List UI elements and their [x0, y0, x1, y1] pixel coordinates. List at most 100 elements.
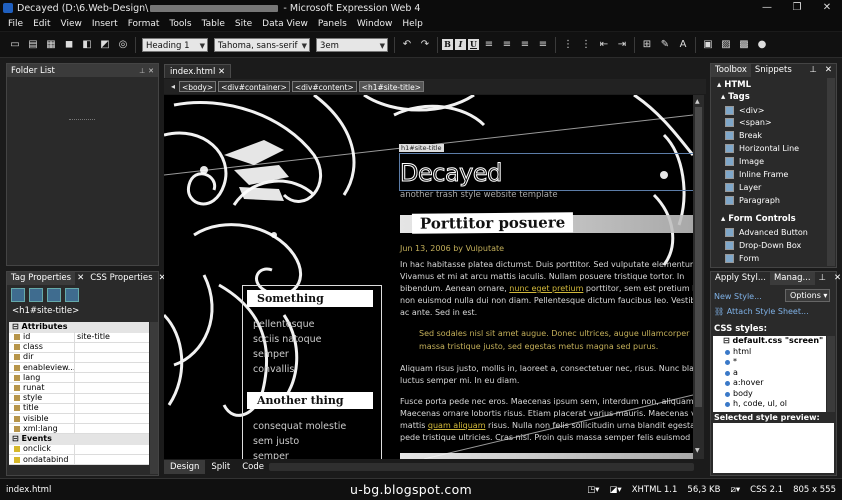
tab-snippets[interactable]: Snippets: [751, 64, 796, 77]
justify-icon[interactable]: ≡: [536, 38, 550, 52]
toolbox-item-hr[interactable]: Horizontal Line: [725, 142, 799, 154]
toolbox-item-div[interactable]: <div>: [725, 104, 764, 116]
menu-tools[interactable]: Tools: [164, 19, 196, 29]
property-row[interactable]: dir: [9, 352, 149, 364]
sphere-icon[interactable]: ●: [755, 38, 769, 52]
underline-button[interactable]: U: [468, 39, 479, 50]
property-row[interactable]: lang: [9, 372, 149, 384]
scroll-down-icon[interactable]: ▼: [695, 447, 700, 454]
new-document-icon[interactable]: ▭: [8, 38, 22, 52]
css-version-label[interactable]: CSS 2.1: [750, 485, 783, 495]
tab-index-html[interactable]: index.html ✕: [164, 64, 232, 78]
toolbox-item-paragraph[interactable]: Paragraph: [725, 194, 780, 206]
toolbox-group-tags[interactable]: ▴ Tags: [721, 92, 750, 102]
style-select[interactable]: Heading 1 ▼: [142, 37, 208, 52]
decrease-indent-icon[interactable]: ⇤: [597, 38, 611, 52]
layout-icon[interactable]: ▣: [701, 38, 715, 52]
menu-view[interactable]: View: [56, 19, 87, 29]
tab-close-icon[interactable]: ✕: [75, 272, 86, 285]
attach-style-sheet-link[interactable]: ⛓ Attach Style Sheet...: [714, 307, 809, 316]
toolbox-item-form[interactable]: Form: [725, 252, 759, 264]
blockquote-line[interactable]: Sed sodales nisl sit amet augue. Donec u…: [419, 328, 693, 340]
sidebar-link[interactable]: semper: [253, 451, 289, 459]
align-left-icon[interactable]: ≡: [482, 38, 496, 52]
menu-data-view[interactable]: Data View: [257, 19, 313, 29]
menu-panels[interactable]: Panels: [313, 19, 352, 29]
font-size-select[interactable]: 3em ▼: [316, 37, 388, 52]
toolbox-item-image[interactable]: Image: [725, 155, 764, 167]
site-title[interactable]: Decayed: [400, 159, 503, 188]
property-row[interactable]: visible: [9, 413, 149, 425]
undo-icon[interactable]: ↶: [400, 38, 414, 52]
splitter-handle[interactable]: [69, 119, 95, 120]
sidebar-link[interactable]: consequat molestie: [253, 421, 346, 432]
compatibility-icon[interactable]: ⧄▾: [730, 485, 740, 495]
paragraph-line[interactable]: Aliquam risus justo, mollis in, laoreet …: [400, 363, 693, 375]
bulleted-list-icon[interactable]: ⋮: [579, 38, 593, 52]
paragraph-line[interactable]: mattis quam aliquam risus. Nulla non fel…: [400, 420, 693, 432]
options-button[interactable]: Options ▾: [785, 289, 830, 302]
new-style-link[interactable]: New Style...: [714, 292, 762, 301]
sidebar-link[interactable]: sem justo: [253, 436, 299, 447]
style-application-icon[interactable]: ◪▾: [609, 485, 621, 495]
toolbox-item-layer[interactable]: Layer: [725, 181, 761, 193]
restore-button[interactable]: ❐: [782, 0, 812, 16]
open-folder-icon[interactable]: ▤: [26, 38, 40, 52]
inline-link[interactable]: quam aliquam: [428, 421, 486, 430]
tab-css-properties[interactable]: CSS Properties: [86, 272, 156, 285]
css-rule[interactable]: a: [713, 368, 826, 379]
font-color-icon[interactable]: A: [676, 38, 690, 52]
font-family-select[interactable]: Tahoma, sans-serif ▼: [214, 37, 310, 52]
paragraph-line[interactable]: ac ante. Sed in est.: [400, 307, 693, 319]
inline-link[interactable]: nunc eget pretium: [509, 284, 583, 293]
css-rule[interactable]: h, code, ul, ol: [713, 399, 826, 407]
numbered-list-icon[interactable]: ⋮: [561, 38, 575, 52]
insert-image-icon[interactable]: ▨: [719, 38, 733, 52]
tab-toolbox[interactable]: Toolbox: [711, 64, 751, 77]
design-view-canvas[interactable]: Something pellentesque sociis natoque se…: [164, 95, 693, 459]
group-events[interactable]: ⊟ Events: [9, 434, 149, 445]
pin-icon[interactable]: ⊥: [139, 67, 145, 75]
close-icon[interactable]: ✕: [830, 272, 842, 285]
post-date[interactable]: Jun 13, 2006 by Vulputate: [400, 244, 504, 253]
scroll-up-icon[interactable]: ▲: [695, 98, 700, 105]
save-icon[interactable]: ◼: [62, 38, 76, 52]
toolbox-group-html[interactable]: ▴ HTML: [717, 80, 751, 90]
sidebar-link[interactable]: sociis natoque: [253, 334, 322, 345]
property-row[interactable]: title: [9, 403, 149, 414]
preview-browser-icon[interactable]: ◎: [116, 38, 130, 52]
toolbox-item-dropdown[interactable]: Drop-Down Box: [725, 239, 801, 251]
property-row[interactable]: class: [9, 342, 149, 353]
vertical-scrollbar[interactable]: [827, 78, 835, 266]
paragraph-line[interactable]: luctus semper mi. In eu diam.: [400, 375, 693, 387]
breadcrumb-container[interactable]: <div#container>: [218, 81, 290, 92]
property-row[interactable]: onclick: [9, 444, 149, 456]
menu-table[interactable]: Table: [197, 19, 230, 29]
tab-apply-styles[interactable]: Apply Styl...: [711, 272, 770, 285]
property-row[interactable]: runat: [9, 383, 149, 394]
scrollbar-thumb[interactable]: [695, 107, 702, 407]
picture-icon[interactable]: ▩: [737, 38, 751, 52]
menu-site[interactable]: Site: [230, 19, 257, 29]
close-icon[interactable]: ✕: [218, 67, 225, 77]
horizontal-scrollbar[interactable]: [269, 463, 694, 471]
property-row[interactable]: xml:lang: [9, 423, 149, 435]
blockquote-line[interactable]: massa tristique justo, sed egestas metus…: [419, 341, 693, 353]
show-set-properties-icon[interactable]: [47, 288, 61, 302]
categorized-icon[interactable]: [11, 288, 25, 302]
sort-icon[interactable]: [29, 288, 43, 302]
paragraph-line[interactable]: bibendum. Aenean ornare, nunc eget preti…: [400, 283, 693, 295]
group-attributes[interactable]: ⊟ Attributes: [9, 322, 149, 333]
highlight-icon[interactable]: ✎: [658, 38, 672, 52]
design-vertical-scrollbar[interactable]: ▲ ▼: [693, 95, 704, 459]
property-row[interactable]: enableview...: [9, 362, 149, 374]
pin-icon[interactable]: ⊥: [805, 64, 820, 77]
menu-edit[interactable]: Edit: [28, 19, 55, 29]
visual-aids-icon[interactable]: ◳▾: [587, 485, 599, 495]
property-row[interactable]: id site-title: [9, 332, 149, 343]
tab-tag-properties[interactable]: Tag Properties: [7, 272, 76, 285]
redo-icon[interactable]: ↷: [418, 38, 432, 52]
align-center-icon[interactable]: ≡: [500, 38, 514, 52]
css-rule[interactable]: html: [713, 347, 826, 358]
italic-button[interactable]: I: [455, 39, 466, 50]
